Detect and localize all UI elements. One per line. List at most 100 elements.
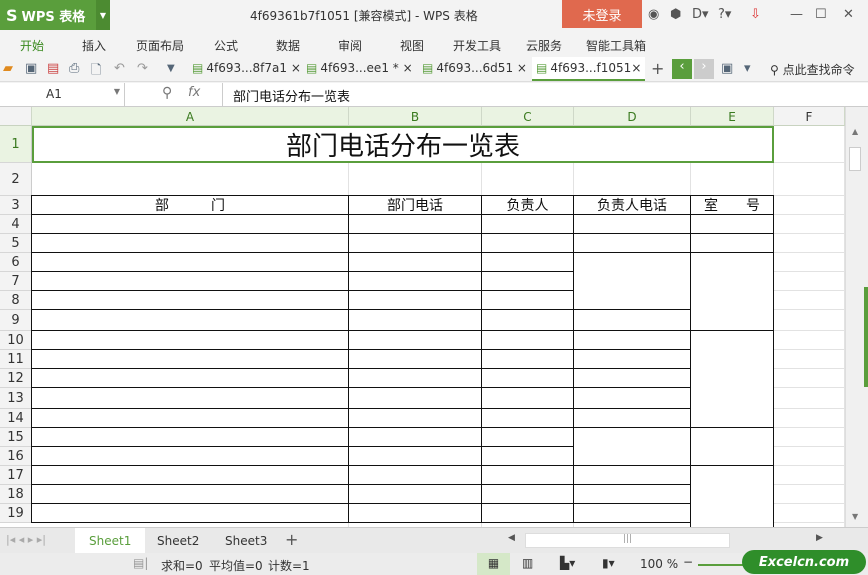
row-header-3[interactable]: 3	[0, 196, 32, 215]
table-cell[interactable]	[481, 427, 574, 447]
row-header-2[interactable]: 2	[0, 163, 32, 196]
new-tab-icon[interactable]: +	[651, 59, 664, 78]
table-cell[interactable]	[31, 349, 349, 369]
table-cell[interactable]	[481, 214, 574, 234]
table-cell[interactable]	[31, 252, 349, 272]
menu-formula[interactable]: 公式	[214, 37, 238, 54]
normal-view-icon[interactable]: ▦	[477, 553, 510, 575]
zoom-out-icon[interactable]: −	[683, 555, 693, 569]
table-cell[interactable]	[481, 387, 574, 409]
merged-cell[interactable]	[690, 427, 774, 466]
row-header-9[interactable]: 9	[0, 310, 32, 331]
table-cell[interactable]	[31, 408, 349, 428]
table-cell[interactable]	[348, 271, 482, 291]
row-header-15[interactable]: 15	[0, 428, 32, 447]
zoom-level[interactable]: 100 %	[640, 557, 678, 571]
app-menu-button[interactable]: S WPS 表格 ▼	[0, 0, 110, 30]
table-cell[interactable]	[481, 252, 574, 272]
close-tab-icon[interactable]: ×	[517, 61, 527, 75]
table-cell[interactable]	[348, 387, 482, 409]
table-cell[interactable]	[573, 309, 691, 331]
settings-icon[interactable]: ⬢	[670, 7, 681, 22]
doc-tab[interactable]: ▤ 4f693...ee1 * ×	[302, 57, 417, 81]
share-icon[interactable]: D▾	[692, 7, 709, 22]
table-cell[interactable]	[31, 233, 349, 253]
login-button[interactable]: 未登录	[562, 0, 642, 28]
table-cell[interactable]	[31, 271, 349, 291]
column-header-a[interactable]: A	[32, 107, 349, 126]
row-header-14[interactable]: 14	[0, 409, 32, 428]
skin-icon[interactable]: ◉	[648, 7, 659, 22]
notes-icon[interactable]: ▤|	[133, 556, 148, 570]
table-cell[interactable]	[348, 465, 482, 485]
header-cell[interactable]: 负责人	[481, 195, 574, 215]
table-cell[interactable]	[481, 408, 574, 428]
table-cell[interactable]	[481, 503, 574, 523]
table-cell[interactable]	[348, 252, 482, 272]
download-icon[interactable]: ⇩	[750, 7, 761, 22]
column-header-d[interactable]: D	[574, 107, 691, 126]
table-cell[interactable]	[348, 290, 482, 310]
present-icon[interactable]: ▣	[721, 61, 733, 76]
table-cell[interactable]	[31, 387, 349, 409]
table-cell[interactable]	[31, 309, 349, 331]
doc-tab-active[interactable]: ▤ 4f693...f1051×	[532, 57, 646, 81]
scroll-thumb[interactable]	[849, 147, 861, 171]
table-cell[interactable]	[573, 465, 691, 485]
prev-tab-icon[interactable]: ‹	[672, 59, 692, 79]
row-header-1[interactable]: 1	[0, 126, 32, 163]
merged-cell[interactable]	[690, 465, 774, 527]
table-cell[interactable]	[573, 387, 691, 409]
reading-mode-icon[interactable]: ▮▾	[602, 556, 615, 570]
minimize-icon[interactable]: —	[790, 7, 803, 22]
zoom-formula-icon[interactable]: ⚲	[162, 85, 172, 101]
column-header-c[interactable]: C	[482, 107, 574, 126]
menu-insert[interactable]: 插入	[82, 37, 106, 54]
add-sheet-icon[interactable]: +	[285, 530, 298, 549]
header-cell[interactable]: 室 号	[690, 195, 774, 215]
sheet-nav-icons[interactable]: |◂ ◂ ▸ ▸|	[6, 533, 46, 546]
page-layout-view-icon[interactable]: ▙▾	[560, 556, 575, 570]
row-header-6[interactable]: 6	[0, 253, 32, 272]
next-tab-icon[interactable]: ›	[694, 59, 714, 79]
table-cell[interactable]	[573, 408, 691, 428]
menu-data[interactable]: 数据	[276, 37, 300, 54]
table-cell[interactable]	[348, 368, 482, 388]
vertical-scrollbar[interactable]: ▲ ▼	[845, 107, 868, 527]
table-cell[interactable]	[348, 408, 482, 428]
table-cell[interactable]	[348, 309, 482, 331]
doc-tab[interactable]: ▤ 4f693...8f7a1 ×	[188, 57, 305, 81]
scroll-down-icon[interactable]: ▼	[852, 512, 858, 521]
export-pdf-icon[interactable]: ▤	[47, 61, 59, 76]
table-cell[interactable]	[31, 290, 349, 310]
header-cell[interactable]: 负责人电话	[573, 195, 691, 215]
table-cell[interactable]	[31, 484, 349, 504]
table-cell[interactable]	[31, 330, 349, 350]
scroll-left-icon[interactable]: ◀	[508, 533, 515, 543]
merged-cell[interactable]	[573, 427, 691, 466]
table-cell[interactable]	[573, 349, 691, 369]
page-break-view-icon[interactable]: ▥	[522, 556, 533, 570]
table-cell[interactable]	[31, 446, 349, 466]
menu-view[interactable]: 视图	[400, 37, 424, 54]
menu-review[interactable]: 审阅	[338, 37, 362, 54]
column-header-f[interactable]: F	[774, 107, 845, 126]
row-header-8[interactable]: 8	[0, 291, 32, 310]
table-cell[interactable]	[690, 233, 774, 253]
table-cell[interactable]	[690, 214, 774, 234]
sheet-tab-sheet3[interactable]: Sheet3	[211, 528, 281, 554]
table-cell[interactable]	[573, 484, 691, 504]
table-cell[interactable]	[573, 214, 691, 234]
row-header-17[interactable]: 17	[0, 466, 32, 485]
horizontal-scrollbar[interactable]: |||	[525, 533, 730, 548]
table-cell[interactable]	[31, 427, 349, 447]
table-cell[interactable]	[31, 465, 349, 485]
row-header-18[interactable]: 18	[0, 485, 32, 504]
row-header-19[interactable]: 19	[0, 504, 32, 523]
redo-icon[interactable]: ↷	[137, 61, 148, 76]
table-cell[interactable]	[348, 503, 482, 523]
table-cell[interactable]	[573, 233, 691, 253]
table-cell[interactable]	[348, 427, 482, 447]
table-cell[interactable]	[481, 290, 574, 310]
row-header-7[interactable]: 7	[0, 272, 32, 291]
